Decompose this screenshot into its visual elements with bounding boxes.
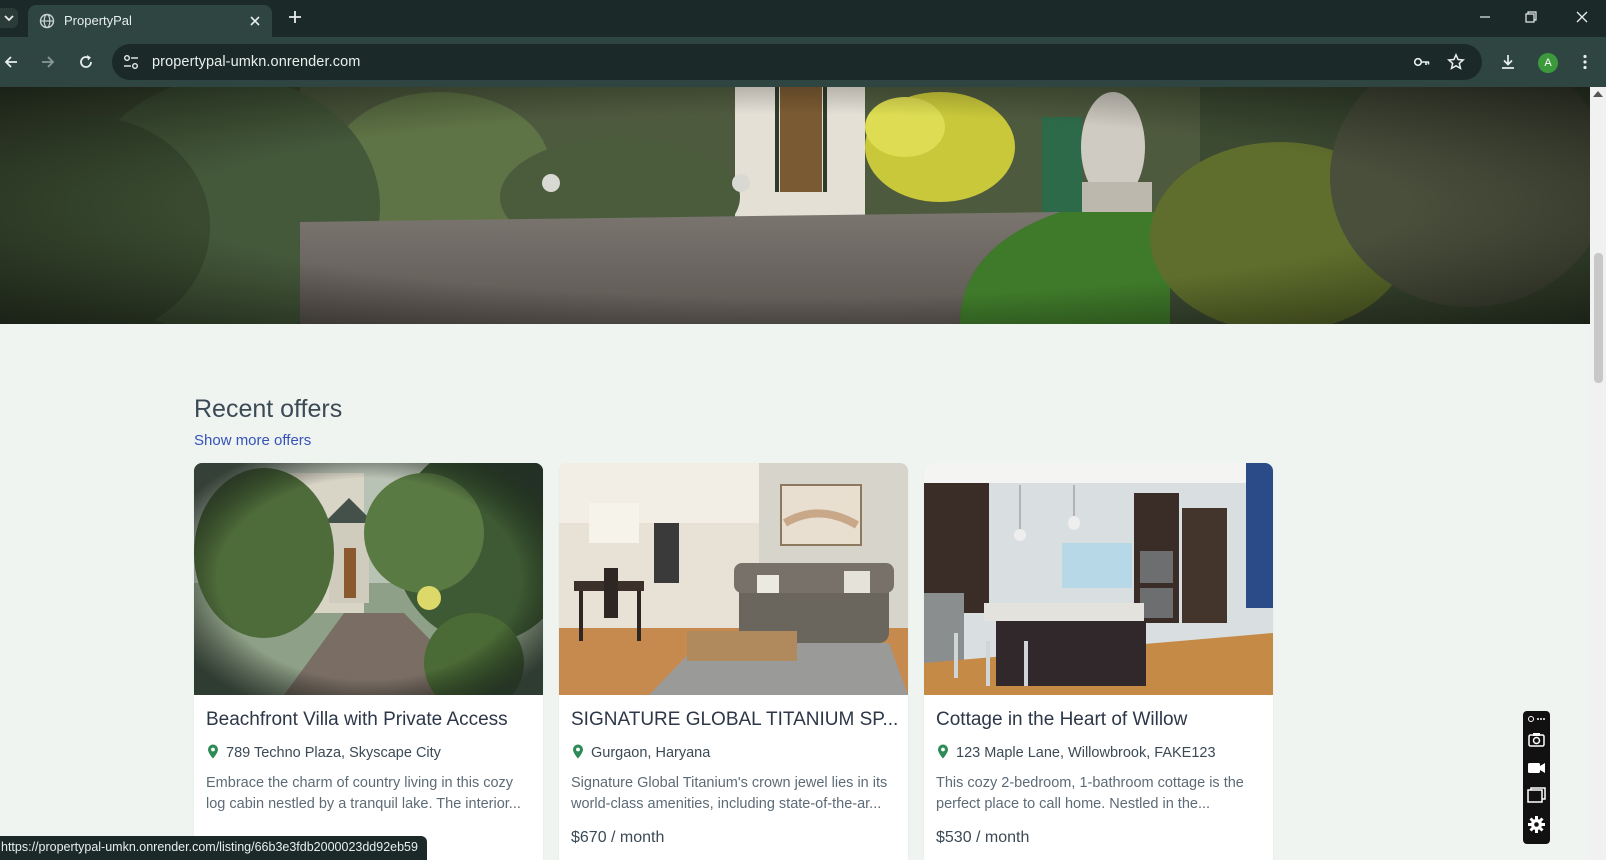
listing-card[interactable]: SIGNATURE GLOBAL TITANIUM SP... Gurgaon,…	[559, 463, 908, 860]
location-pin-icon	[208, 744, 218, 759]
description-line: world-class amenities, including state-o…	[571, 796, 882, 812]
camera-icon[interactable]	[1527, 730, 1546, 749]
listing-image[interactable]	[559, 463, 908, 695]
scroll-up-arrow-icon[interactable]	[1593, 91, 1603, 97]
listing-price: $670 / month	[571, 829, 665, 846]
listing-description: Signature Global Titanium's crown jewel …	[571, 773, 893, 815]
back-arrow-icon[interactable]	[2, 53, 20, 71]
password-key-icon[interactable]	[1413, 53, 1431, 71]
listing-image[interactable]	[194, 463, 543, 695]
gear-icon[interactable]	[1527, 815, 1546, 834]
tab-strip: PropertyPal	[0, 0, 1606, 37]
description-line: perfect place to call home. Nestled in t…	[936, 796, 1211, 812]
location-pin-icon	[573, 744, 583, 759]
window-close-icon[interactable]	[1574, 9, 1590, 25]
scrollbar-thumb[interactable]	[1594, 253, 1603, 383]
kebab-menu-icon[interactable]	[1576, 53, 1594, 71]
page-viewport: Recent offers Show more offers Beachfron…	[0, 87, 1590, 860]
listing-price: $530 / month	[936, 829, 1030, 846]
close-icon[interactable]	[248, 14, 262, 28]
site-settings-icon[interactable]	[121, 52, 141, 72]
tab-search-button[interactable]	[0, 8, 18, 28]
browser-toolbar: propertypal-umkn.onrender.com	[0, 37, 1606, 87]
profile-avatar[interactable]: A	[1538, 53, 1558, 73]
location-pin-icon	[938, 744, 948, 759]
restore-icon[interactable]	[1523, 9, 1539, 25]
listing-card[interactable]: Cottage in the Heart of Willow 123 Maple…	[924, 463, 1273, 860]
listing-image[interactable]	[924, 463, 1273, 695]
description-line: log cabin nestled by a tranquil lake. Th…	[206, 796, 521, 812]
listing-description: Embrace the charm of country living in t…	[206, 773, 528, 815]
listing-address: 123 Maple Lane, Willowbrook, FAKE123	[956, 745, 1216, 761]
status-bar-url: https://propertypal-umkn.onrender.com/li…	[0, 836, 427, 860]
listing-address: 789 Techno Plaza, Skyscape City	[226, 745, 441, 761]
section-title: Recent offers	[194, 395, 343, 423]
description-line: Embrace the charm of country living in t…	[206, 775, 514, 791]
url-text[interactable]: propertypal-umkn.onrender.com	[152, 54, 360, 70]
page-scrollbar[interactable]	[1590, 87, 1606, 860]
download-icon[interactable]	[1499, 53, 1517, 71]
capture-toolbar	[1523, 711, 1550, 844]
listing-card[interactable]: Beachfront Villa with Private Access 789…	[194, 463, 543, 860]
browser-tab-active[interactable]: PropertyPal	[28, 5, 272, 37]
bookmark-star-icon[interactable]	[1447, 53, 1465, 71]
listing-title[interactable]: Cottage in the Heart of Willow	[936, 709, 1187, 731]
address-bar[interactable]: propertypal-umkn.onrender.com	[112, 44, 1482, 80]
reload-icon[interactable]	[77, 53, 95, 71]
description-line: Signature Global Titanium's crown jewel …	[571, 775, 888, 791]
hero-image	[0, 87, 1590, 324]
listing-description: This cozy 2-bedroom, 1-bathroom cottage …	[936, 773, 1258, 815]
listing-title[interactable]: Beachfront Villa with Private Access	[206, 709, 508, 731]
tab-title: PropertyPal	[64, 13, 132, 28]
globe-icon	[39, 13, 55, 29]
new-tab-plus-icon[interactable]	[287, 9, 303, 25]
show-more-offers-link[interactable]: Show more offers	[194, 432, 311, 449]
chevron-down-icon	[4, 15, 14, 22]
description-line: This cozy 2-bedroom, 1-bathroom cottage …	[936, 775, 1244, 791]
window-capture-icon[interactable]	[1527, 786, 1546, 805]
listing-title[interactable]: SIGNATURE GLOBAL TITANIUM SP...	[571, 709, 898, 731]
toolbar-menu-icon[interactable]	[1527, 714, 1546, 724]
video-camera-icon[interactable]	[1527, 758, 1546, 777]
minimize-icon[interactable]	[1477, 9, 1493, 25]
forward-arrow-icon[interactable]	[39, 53, 57, 71]
listing-address: Gurgaon, Haryana	[591, 745, 711, 761]
